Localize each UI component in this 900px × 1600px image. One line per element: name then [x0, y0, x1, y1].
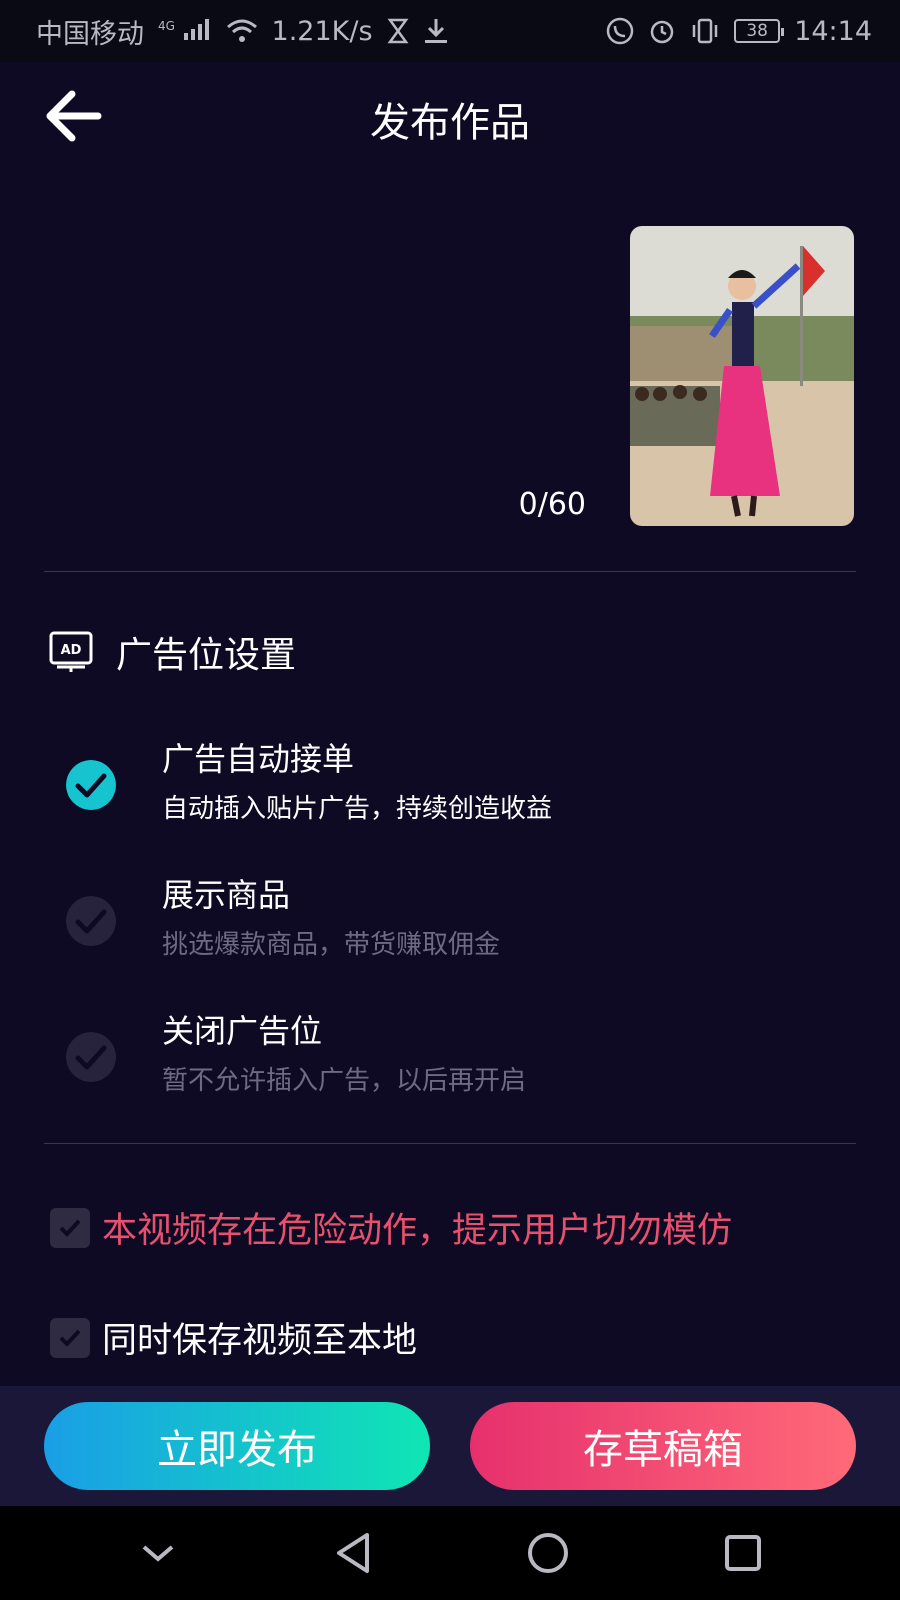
nav-home-button[interactable]: [518, 1523, 578, 1583]
option-title: 广告自动接单: [162, 740, 355, 778]
char-count: 0/60: [518, 487, 586, 522]
wifi-icon: [226, 19, 257, 42]
check-selected-icon: [66, 760, 116, 810]
bottom-action-bar: 立即发布 存草稿箱: [0, 1386, 900, 1506]
network-type: 4G: [158, 16, 212, 47]
option-title: 展示商品: [162, 876, 291, 914]
hourglass-icon: [387, 18, 408, 44]
save-local-checkbox[interactable]: 同时保存视频至本地: [50, 1312, 417, 1363]
ad-option-close-ads[interactable]: 关闭广告位 暂不允许插入广告，以后再开启: [66, 1006, 826, 1116]
video-cover-thumbnail[interactable]: [630, 226, 854, 526]
battery-icon: 38: [734, 19, 785, 43]
nav-hide-keyboard-button[interactable]: [128, 1523, 188, 1583]
cover-image: [630, 226, 854, 526]
checkbox-box: [50, 1207, 90, 1248]
square-recents-icon: [724, 1535, 761, 1571]
save-draft-button[interactable]: 存草稿箱: [470, 1402, 856, 1490]
checkmark-icon: [59, 1329, 81, 1347]
page-title: 发布作品: [370, 100, 530, 146]
status-left: 中国移动 4G 1.21K/s: [36, 12, 449, 51]
option-title: 关闭广告位: [162, 1012, 323, 1050]
danger-warning-label: 本视频存在危险动作，提示用户切勿模仿: [102, 1211, 733, 1251]
ad-icon: AD: [49, 631, 93, 672]
check-unselected-icon: [66, 1032, 116, 1082]
checkmark-icon: [59, 1219, 81, 1237]
ad-settings-header: AD 广告位设置: [48, 626, 296, 678]
system-nav-bar: [0, 1506, 900, 1600]
danger-warning-checkbox[interactable]: 本视频存在危险动作，提示用户切勿模仿: [50, 1202, 732, 1253]
nav-back-button[interactable]: [323, 1523, 383, 1583]
triangle-back-icon: [336, 1533, 369, 1573]
carrier-label: 中国移动: [36, 18, 144, 50]
circle-home-icon: [527, 1533, 568, 1573]
ad-icon-text: AD: [61, 643, 82, 658]
description-input[interactable]: 0/60: [44, 222, 600, 522]
option-subtitle: 自动插入贴片广告，持续创造收益: [162, 794, 553, 824]
option-subtitle: 暂不允许插入广告，以后再开启: [162, 1066, 527, 1096]
divider-bottom: [44, 1143, 856, 1144]
header: 发布作品: [0, 62, 900, 174]
status-right: 38 14:14: [606, 16, 872, 47]
status-bar: 中国移动 4G 1.21K/s 38 14:14: [0, 0, 900, 62]
ad-option-auto-accept[interactable]: 广告自动接单 自动插入贴片广告，持续创造收益: [66, 734, 826, 844]
option-subtitle: 挑选爆款商品，带货赚取佣金: [162, 930, 501, 960]
clock: 14:14: [794, 15, 872, 47]
signal-icon: [183, 18, 209, 40]
ad-settings-title: 广告位设置: [116, 635, 297, 676]
network-speed: 1.21K/s: [271, 15, 373, 47]
ad-option-show-products[interactable]: 展示商品 挑选爆款商品，带货赚取佣金: [66, 870, 826, 980]
check-unselected-icon: [66, 896, 116, 946]
save-local-label: 同时保存视频至本地: [102, 1321, 418, 1361]
hd-call-icon: [606, 17, 634, 45]
download-icon: [424, 19, 447, 43]
chevron-down-icon: [142, 1545, 173, 1562]
alarm-icon: [650, 20, 674, 44]
publish-now-button[interactable]: 立即发布: [44, 1402, 430, 1490]
nav-recents-button[interactable]: [713, 1523, 773, 1583]
checkbox-box: [50, 1317, 90, 1358]
divider-top: [44, 571, 856, 572]
vibrate-icon: [692, 18, 718, 44]
